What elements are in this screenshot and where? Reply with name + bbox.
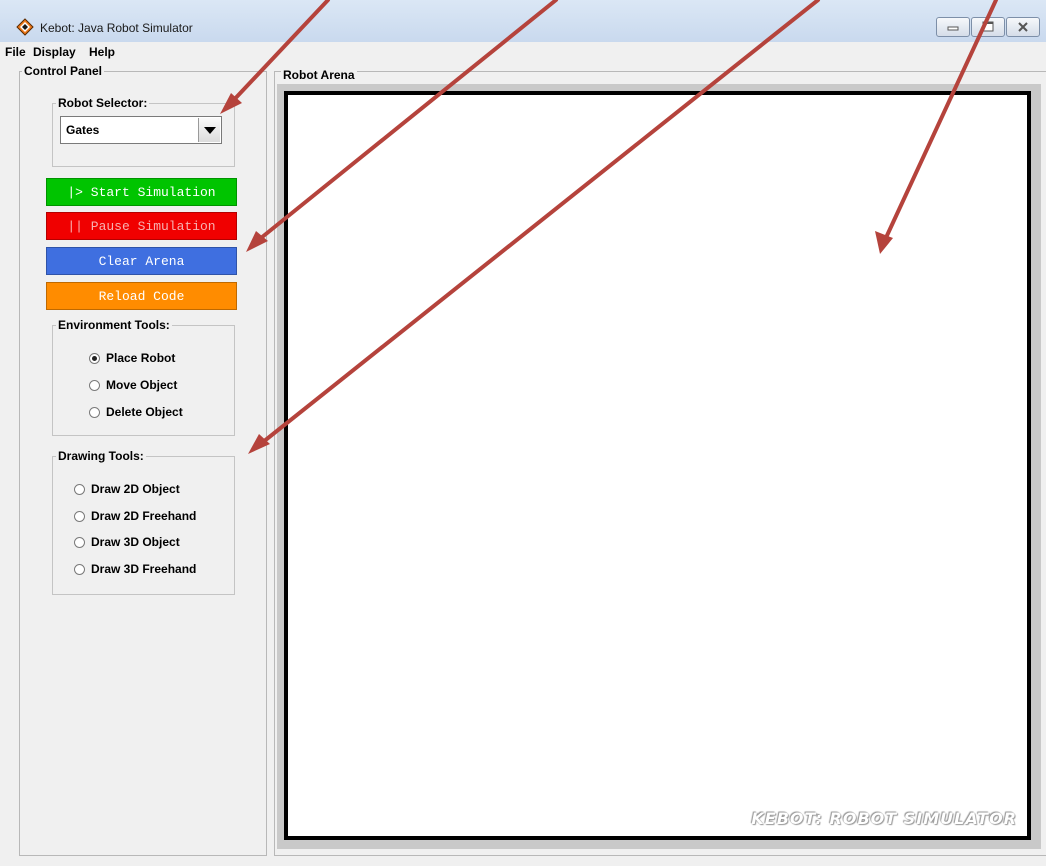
robot-selector-dropdown[interactable]: Gates: [60, 116, 222, 144]
radio-move-object[interactable]: Move Object: [89, 376, 177, 394]
menu-file[interactable]: File: [5, 45, 26, 59]
radio-label: Draw 3D Object: [91, 535, 180, 549]
radio-button[interactable]: [74, 536, 85, 548]
close-button[interactable]: [1006, 17, 1040, 37]
radio-button[interactable]: [74, 483, 85, 495]
radio-draw-2d-object[interactable]: Draw 2D Object: [74, 480, 180, 498]
robot-selector-value: Gates: [66, 123, 100, 137]
title-bar[interactable]: Kebot: Java Robot Simulator: [0, 0, 1046, 42]
maximize-button[interactable]: [971, 17, 1005, 37]
kebot-app-icon: [16, 18, 34, 36]
radio-label: Move Object: [106, 378, 178, 392]
minimize-button[interactable]: [936, 17, 970, 37]
window-title: Kebot: Java Robot Simulator: [40, 21, 193, 35]
minimize-icon: [947, 26, 959, 31]
radio-draw-3d-freehand[interactable]: Draw 3D Freehand: [74, 560, 196, 578]
maximize-icon: [982, 21, 994, 32]
reload-code-button[interactable]: Reload Code: [46, 282, 237, 310]
radio-delete-object[interactable]: Delete Object: [89, 403, 183, 421]
radio-draw-3d-object[interactable]: Draw 3D Object: [74, 533, 180, 551]
robot-arena-title: Robot Arena: [281, 68, 357, 82]
radio-label: Draw 2D Object: [91, 482, 180, 496]
close-icon: [1018, 22, 1028, 32]
menu-help[interactable]: Help: [89, 45, 115, 59]
radio-label: Draw 3D Freehand: [91, 562, 197, 576]
radio-button[interactable]: [89, 379, 100, 391]
start-simulation-button[interactable]: |> Start Simulation: [46, 178, 237, 206]
radio-button[interactable]: [74, 510, 85, 522]
radio-button[interactable]: [74, 563, 85, 575]
radio-button[interactable]: [89, 406, 100, 418]
environment-tools-title: Environment Tools:: [56, 318, 172, 332]
robot-selector-title: Robot Selector:: [56, 96, 150, 110]
arena-watermark: KEBOT: ROBOT SIMULATOR: [751, 809, 1017, 828]
pause-simulation-button[interactable]: || Pause Simulation: [46, 212, 237, 240]
radio-place-robot[interactable]: Place Robot: [89, 349, 175, 367]
drawing-tools-title: Drawing Tools:: [56, 449, 146, 463]
menu-bar: File Display Help: [0, 42, 1046, 62]
radio-button-checked[interactable]: [89, 352, 100, 364]
clear-arena-button[interactable]: Clear Arena: [46, 247, 237, 275]
radio-label: Draw 2D Freehand: [91, 509, 197, 523]
radio-label: Place Robot: [106, 351, 176, 365]
radio-draw-2d-freehand[interactable]: Draw 2D Freehand: [74, 507, 196, 525]
radio-label: Delete Object: [106, 405, 183, 419]
menu-display[interactable]: Display: [33, 45, 76, 59]
arena-canvas[interactable]: KEBOT: ROBOT SIMULATOR: [284, 91, 1031, 840]
chevron-down-icon[interactable]: [198, 118, 220, 142]
control-panel-title: Control Panel: [22, 64, 105, 78]
window-controls: [936, 17, 1040, 37]
